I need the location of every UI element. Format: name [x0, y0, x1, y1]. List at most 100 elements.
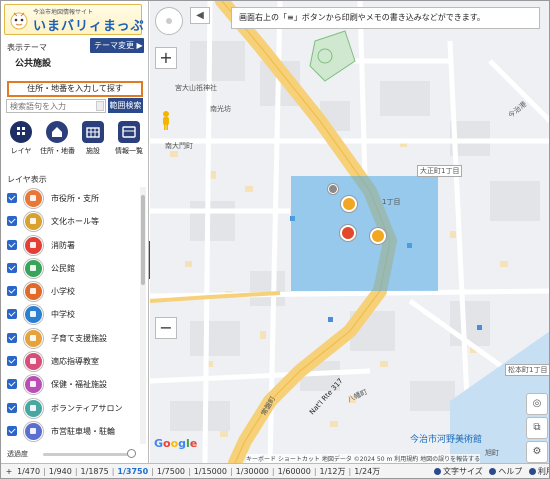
layer-checkbox[interactable]	[7, 216, 17, 227]
layer-list: 市役所・支所 文化ホール等消防署公民館小学校 中学校子育て支援施設適応指導教室保健・…	[1, 187, 141, 444]
scrollbar-thumb[interactable]	[141, 195, 145, 285]
layer-item[interactable]: 小学校	[1, 280, 141, 303]
zoom-out-button[interactable]: −	[155, 317, 177, 339]
layer-icon	[24, 375, 43, 395]
tab-label: レイヤ	[10, 147, 32, 155]
layer-section-title: レイヤ表示	[7, 175, 47, 184]
layer-item[interactable]: 適応指導教室	[1, 350, 141, 373]
map-label-chome: 1丁目	[382, 198, 401, 206]
layer-item[interactable]: 中学校	[1, 303, 141, 326]
scale-option[interactable]: 1/1875	[79, 464, 111, 478]
tab-address[interactable]: 住所・地番	[40, 121, 75, 156]
keyword-search-input[interactable]	[6, 99, 106, 113]
map-view[interactable]: ◀ 画面右上の「≡」ボタンから印刷やメモの書き込みなどができます。 + − 宮大…	[150, 1, 549, 463]
layer-item[interactable]: ボランティアサロン	[1, 397, 141, 420]
opacity-label: 透過度	[7, 450, 28, 458]
back-arrow-icon[interactable]: ◀	[190, 7, 210, 24]
settings-icon[interactable]: ⚙	[526, 441, 548, 463]
layer-label: 保健・福祉施設	[51, 380, 107, 390]
culture-hall-marker[interactable]	[370, 228, 386, 244]
layer-item[interactable]: 市役所・支所	[1, 187, 141, 210]
scale-option[interactable]: 1/3750	[115, 464, 150, 478]
layer-checkbox[interactable]	[7, 425, 17, 436]
scale-option[interactable]: 1/24万	[352, 464, 382, 478]
layer-checkbox[interactable]	[7, 193, 17, 203]
layer-icon	[24, 421, 43, 441]
layer-label: 文化ホール等	[51, 217, 99, 227]
locate-icon[interactable]: ◎	[526, 393, 548, 415]
logo-title: いまバリィまっぷ	[33, 19, 145, 34]
scale-option[interactable]: 1/940	[47, 464, 74, 478]
city-hall-icon[interactable]	[328, 184, 338, 194]
change-theme-button[interactable]: テーマ変更 ▶	[90, 38, 144, 53]
map-label-matsumoto: 松本町1丁目	[505, 364, 549, 376]
layer-checkbox[interactable]	[7, 332, 17, 343]
tab-facilities[interactable]: 施設	[76, 121, 110, 156]
copy-icon[interactable]: ⧉	[526, 417, 548, 439]
layer-item[interactable]: 子育て支援施設	[1, 327, 141, 350]
map-label-shrine: 宮大山祇神社	[175, 84, 217, 92]
clear-input-icon[interactable]	[96, 101, 104, 111]
layer-item[interactable]: 消防署	[1, 234, 141, 257]
layer-item[interactable]: 市営駐車場・駐輪	[1, 420, 141, 443]
font-size-link[interactable]: 文字サイズ	[434, 464, 483, 478]
layer-checkbox[interactable]	[7, 402, 17, 413]
range-search-button[interactable]: 範囲検索	[108, 98, 143, 113]
tab-layers[interactable]: レイヤ	[4, 121, 38, 156]
map-label-asahi: 旭町	[485, 449, 499, 457]
culture-hall-marker[interactable]	[341, 196, 357, 212]
scale-option[interactable]: 1/470	[15, 464, 42, 478]
layer-item[interactable]: 保健・福祉施設	[1, 373, 141, 396]
pan-control[interactable]	[155, 7, 183, 35]
layer-checkbox[interactable]	[7, 309, 17, 320]
opacity-slider-handle[interactable]	[127, 449, 136, 458]
layer-item[interactable]: 文化ホール等	[1, 210, 141, 233]
address-search-button[interactable]: 住所・地番を入力して探す	[7, 81, 143, 97]
app-window: 今治市地図情報サイト いまバリィまっぷ 表示テーマ 公共施設 テーマ変更 ▶ 住…	[0, 0, 550, 479]
map-label-minamiomon: 南大門町	[165, 142, 193, 150]
street-view-pegman-icon[interactable]	[161, 111, 171, 131]
layer-label: 市役所・支所	[51, 194, 99, 203]
fire-station-marker[interactable]	[340, 225, 356, 241]
layer-checkbox[interactable]	[7, 262, 17, 273]
layer-checkbox[interactable]	[7, 379, 17, 390]
scale-bar: + 1/470 | 1/940 | 1/1875 | 1/3750 | 1/7500 | 1/150…	[1, 463, 549, 478]
terms-link[interactable]: 利用規約	[528, 464, 549, 478]
map-label-museum[interactable]: 今治市河野美術館	[410, 432, 482, 445]
layer-label: ボランティアサロン	[51, 403, 123, 413]
scale-expand-button[interactable]: +	[4, 464, 14, 478]
scale-option[interactable]: 1/12万	[318, 464, 348, 478]
layer-label: 公民館	[51, 263, 75, 273]
layer-icon	[24, 212, 43, 232]
scale-option[interactable]: 1/60000	[276, 464, 313, 478]
mascot-icon	[10, 12, 28, 30]
range-selection-area[interactable]	[291, 176, 438, 291]
building-icon	[82, 121, 104, 143]
theme-label: 表示テーマ	[7, 43, 47, 52]
house-icon	[46, 121, 68, 143]
layer-icon	[24, 258, 43, 278]
layer-checkbox[interactable]	[7, 239, 17, 250]
site-logo[interactable]: 今治市地図情報サイト いまバリィまっぷ	[4, 4, 145, 35]
help-link[interactable]: ヘルプ	[489, 464, 522, 478]
opacity-slider[interactable]	[43, 453, 133, 456]
help-icon	[489, 468, 497, 475]
tab-label: 情報一覧	[115, 147, 143, 155]
sidebar-tabs: レイヤ 住所・地番 施設 情報一覧	[4, 121, 146, 161]
layer-checkbox[interactable]	[7, 286, 17, 297]
scale-list: 1/470 | 1/940 | 1/1875 | 1/3750 | 1/7500 | 1/15000…	[15, 464, 382, 478]
layer-checkbox[interactable]	[7, 356, 17, 367]
layer-icon	[24, 189, 43, 208]
zoom-in-button[interactable]: +	[155, 47, 177, 69]
map-attribution[interactable]: キーボード ショートカット 地図データ ©2024 50 m 利用規約 地図の誤…	[246, 454, 481, 463]
layer-list-scrollbar[interactable]	[140, 187, 146, 444]
layer-label: 子育て支援施設	[51, 333, 107, 343]
map-label-minamiko: 南光坊	[210, 105, 231, 113]
map-notice: 画面右上の「≡」ボタンから印刷やメモの書き込みなどができます。	[231, 7, 540, 29]
sidebar: 今治市地図情報サイト いまバリィまっぷ 表示テーマ 公共施設 テーマ変更 ▶ 住…	[1, 1, 149, 463]
scale-option[interactable]: 1/7500	[155, 464, 187, 478]
tab-info-list[interactable]: 情報一覧	[112, 121, 146, 156]
scale-option[interactable]: 1/15000	[192, 464, 229, 478]
layer-item[interactable]: 公民館	[1, 257, 141, 280]
scale-option[interactable]: 1/30000	[234, 464, 271, 478]
